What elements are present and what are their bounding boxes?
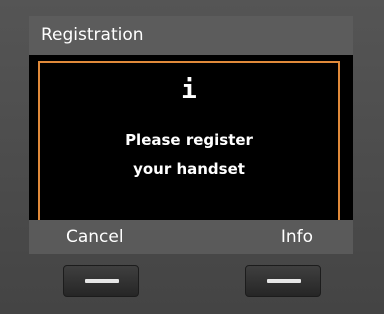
- left-display-key[interactable]: [63, 265, 139, 297]
- display-screen: Registration i Please register your hand…: [29, 16, 353, 254]
- message-line-1: Please register: [125, 131, 253, 149]
- handset-device: Registration i Please register your hand…: [0, 0, 384, 314]
- message-panel: i Please register your handset: [38, 61, 340, 227]
- softkey-bar: Cancel Info: [29, 220, 353, 254]
- message-line-2: your handset: [133, 160, 245, 178]
- key-dash-icon: [85, 279, 119, 283]
- screen-title: Registration: [29, 16, 353, 55]
- right-display-key[interactable]: [245, 265, 321, 297]
- key-dash-icon: [267, 279, 301, 283]
- softkey-info[interactable]: Info: [281, 220, 313, 254]
- info-icon: i: [181, 75, 197, 105]
- softkey-cancel[interactable]: Cancel: [66, 220, 124, 254]
